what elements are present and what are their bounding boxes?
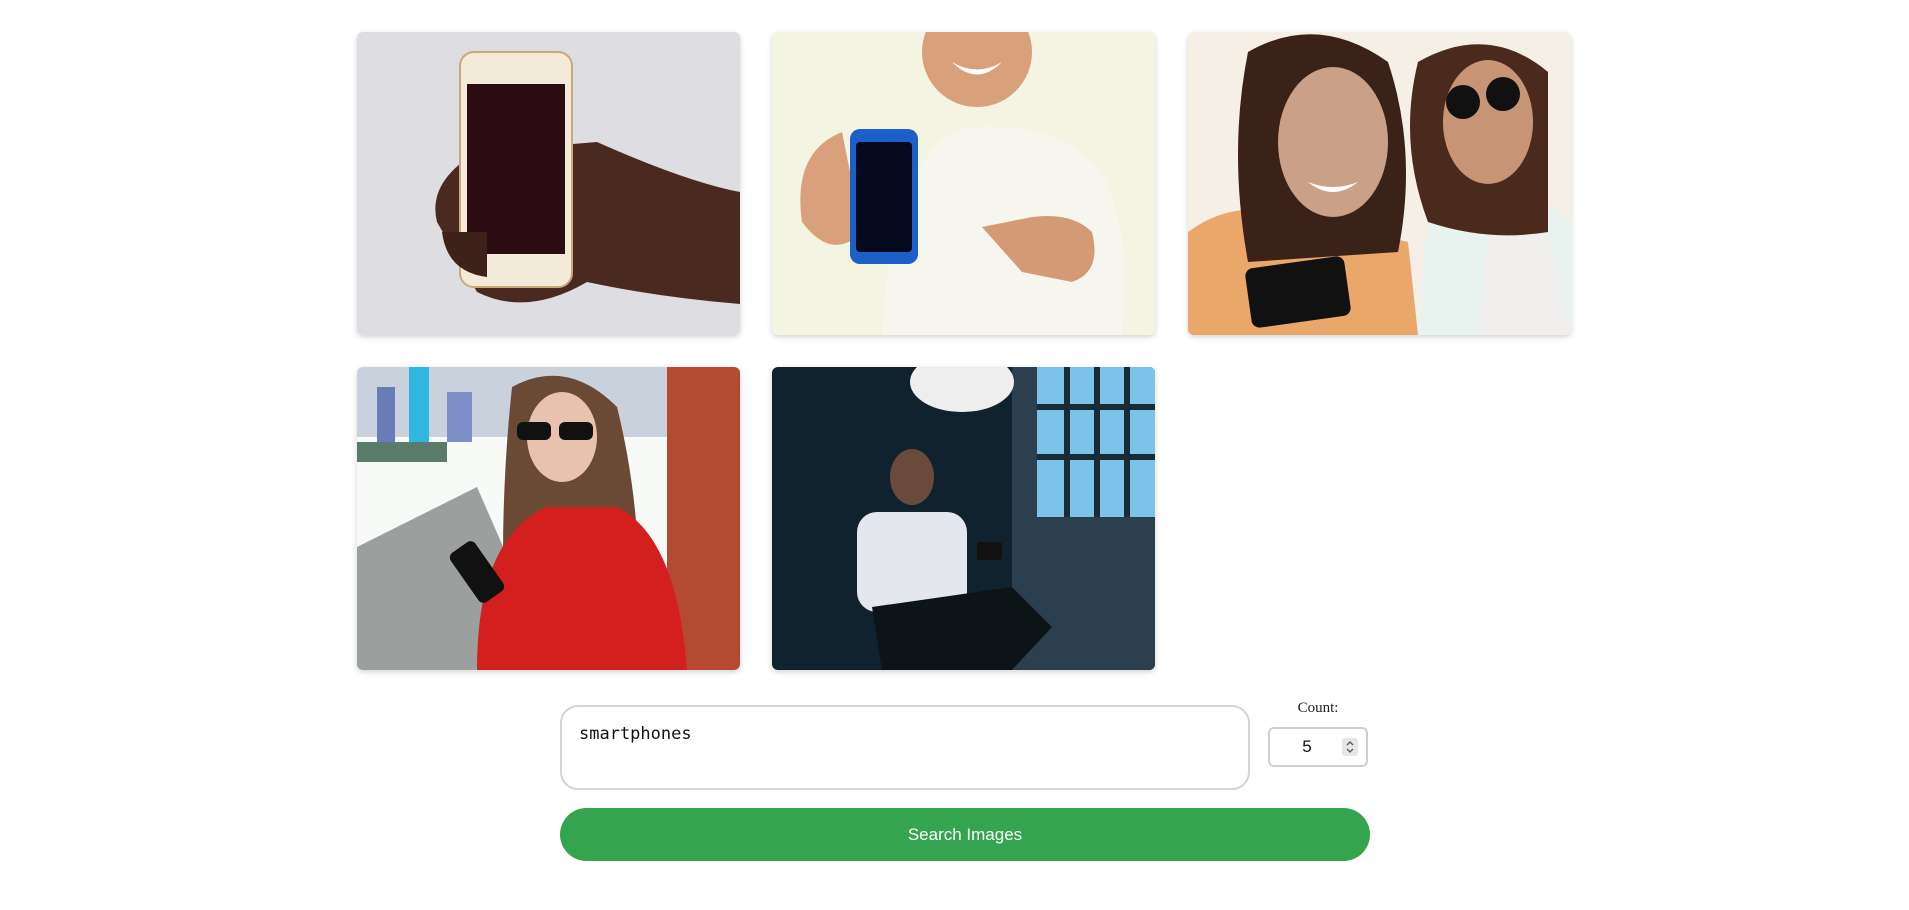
count-input[interactable]: 5	[1268, 727, 1368, 767]
man-pointing-phone-image	[772, 32, 1155, 335]
woman-red-sweater-image	[357, 367, 740, 670]
hand-holding-phone-image	[357, 32, 740, 335]
search-images-button[interactable]: Search Images	[560, 808, 1370, 861]
search-query-input[interactable]: smartphones	[560, 705, 1250, 790]
count-label: Count:	[1297, 700, 1339, 716]
number-spinner-icon[interactable]	[1342, 738, 1358, 756]
result-image-2[interactable]	[772, 32, 1155, 335]
man-dark-room-image	[772, 367, 1155, 670]
result-image-1[interactable]	[357, 32, 740, 335]
result-image-4[interactable]	[357, 367, 740, 670]
result-image-3[interactable]	[1188, 32, 1571, 335]
two-women-phone-image	[1188, 32, 1571, 335]
count-value: 5	[1302, 737, 1312, 756]
result-image-5[interactable]	[772, 367, 1155, 670]
